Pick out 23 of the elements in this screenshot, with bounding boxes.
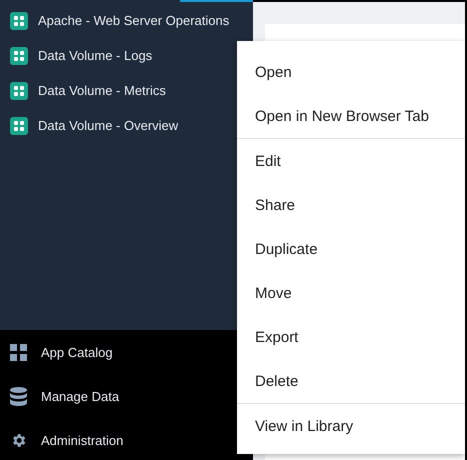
dashboard-link[interactable]: Data Volume - Overview	[38, 118, 178, 133]
dashboard-link[interactable]: Data Volume - Metrics	[38, 83, 166, 98]
database-icon	[10, 386, 27, 406]
dashboard-icon	[10, 12, 28, 30]
nav-link[interactable]: Administration	[41, 432, 124, 448]
dashboard-link[interactable]: Data Volume - Logs	[38, 48, 152, 63]
dashboard-icon	[10, 46, 28, 64]
nav-link[interactable]: App Catalog	[41, 344, 113, 360]
menu-item[interactable]: Delete	[237, 359, 465, 403]
menu-item[interactable]: Duplicate	[237, 227, 465, 271]
gear-icon	[10, 432, 27, 448]
menu-item[interactable]: View in Library	[237, 404, 465, 448]
dashboard-icon	[10, 116, 28, 134]
menu-item[interactable]: Export	[237, 315, 465, 359]
dashboard-icon	[10, 82, 28, 100]
nav-link[interactable]: Manage Data	[41, 388, 120, 404]
menu-item[interactable]: Share	[237, 183, 465, 227]
menu-item[interactable]: Move	[237, 271, 465, 315]
menu-item[interactable]: Open in New Browser Tab	[237, 94, 465, 138]
menu-item[interactable]: Open	[237, 50, 465, 94]
menu-item[interactable]: Edit	[237, 139, 465, 183]
dashboard-link[interactable]: Apache - Web Server Operations	[38, 13, 230, 28]
grid-icon	[10, 344, 27, 360]
